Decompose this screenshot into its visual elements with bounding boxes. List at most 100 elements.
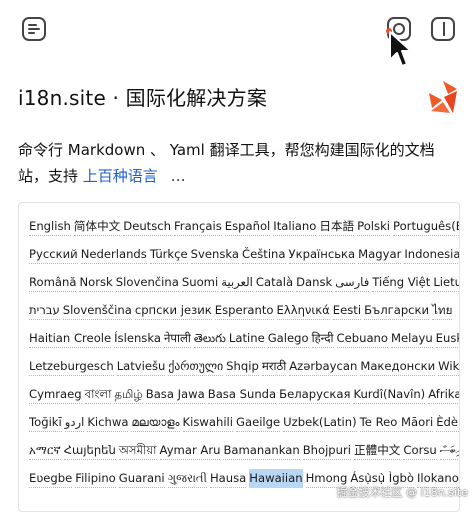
language-link[interactable]: Hawaiian <box>249 468 303 488</box>
i18n-site-logo <box>429 81 457 113</box>
language-link[interactable]: Melayu <box>391 329 433 348</box>
language-link[interactable]: ქართული <box>168 357 224 376</box>
language-link[interactable]: Basa Jawa <box>145 385 205 404</box>
language-link[interactable]: தமிழ் <box>114 385 143 404</box>
language-link[interactable]: Kichwa <box>87 413 129 432</box>
language-link[interactable]: Français <box>173 217 222 236</box>
language-link[interactable]: Deutsch <box>123 217 171 236</box>
more-ellipsis[interactable]: … <box>171 167 187 185</box>
language-link[interactable]: Kurdî(Navîn) <box>353 385 426 404</box>
language-link[interactable]: Haitian Creole <box>29 329 112 348</box>
language-link[interactable]: اردو <box>64 413 85 432</box>
language-link[interactable]: Latine <box>228 329 265 348</box>
language-link[interactable]: Aymar Aru <box>159 441 221 460</box>
language-link[interactable]: Română <box>29 273 77 292</box>
language-link[interactable]: Norsk <box>79 273 113 292</box>
language-link[interactable]: नेपाली <box>163 329 191 348</box>
watermark: 掘金技术社区 @ i18n.site <box>336 486 468 499</box>
language-row: አማርኛ Հայերեն অসমীয়া Aymar Aru Bamanankan Bho… <box>29 437 459 463</box>
language-link[interactable]: Català <box>255 273 294 292</box>
language-link[interactable]: Guarani <box>118 469 165 488</box>
language-link[interactable]: मराठी <box>261 357 287 376</box>
language-row: עברית Slovenščina српски језик Esperanto Ελλ… <box>29 297 455 323</box>
language-link[interactable]: српски језик <box>134 301 212 320</box>
language-link[interactable]: മലയാളം <box>131 413 180 432</box>
language-link[interactable]: Português(Brasil) <box>393 217 459 236</box>
language-link[interactable]: Українська <box>288 245 356 264</box>
language-link[interactable]: Hausa <box>209 469 247 488</box>
language-link[interactable]: ગુજરાતી <box>167 469 207 488</box>
language-link[interactable]: 简体中文 <box>73 217 121 236</box>
language-row: Letzeburgesch Latviešu ქართული Shqip मराठी Az… <box>29 353 459 379</box>
language-link[interactable]: Letzeburgesch <box>29 357 114 376</box>
language-link[interactable]: Esperanto <box>214 301 274 320</box>
language-link[interactable]: Toğikī <box>29 413 62 432</box>
language-link[interactable]: Nederlands <box>80 245 147 264</box>
language-link[interactable]: Filipino <box>75 469 116 488</box>
language-link[interactable]: Afrikaans <box>428 385 459 404</box>
language-link[interactable]: Македонски <box>360 357 436 376</box>
language-link[interactable]: Bhojpuri <box>302 441 351 460</box>
language-link[interactable]: Italiano <box>273 217 317 236</box>
language-link[interactable]: Azərbaycan <box>289 357 358 376</box>
language-link[interactable]: Íslenska <box>114 329 161 348</box>
language-link[interactable]: ދިވެހިބަސް <box>439 441 459 460</box>
language-link[interactable]: Slovenčina <box>115 273 179 292</box>
browser-toolbar <box>0 0 474 67</box>
language-link[interactable]: Eesti <box>332 301 362 320</box>
language-link[interactable]: Gaeilge <box>235 413 281 432</box>
language-link[interactable]: Galego <box>267 329 309 348</box>
language-link[interactable]: Slovenščina <box>62 301 132 320</box>
language-link[interactable]: Eʋegbe <box>29 469 73 488</box>
language-link[interactable]: Беларуская <box>279 385 351 404</box>
language-link[interactable]: বাংলা <box>84 385 112 404</box>
language-link[interactable]: తెలుగు <box>193 329 226 348</box>
description-text: 命令行 Markdown 、 Yaml 翻译工具，帮您构建国际化的文档站，支持 <box>18 141 435 185</box>
language-link[interactable]: Uzbek(Latin) <box>283 413 357 432</box>
language-link[interactable]: Kiswahili <box>182 413 233 432</box>
language-link[interactable]: ไทย <box>432 301 453 320</box>
language-link[interactable]: Shqip <box>226 357 259 376</box>
language-link[interactable]: हिन्दी <box>311 329 334 348</box>
language-link[interactable]: 正體中文 <box>354 441 401 460</box>
language-list: English 简体中文 Deutsch Français Español Italian… <box>18 202 460 512</box>
language-link[interactable]: Magyar <box>358 245 402 264</box>
language-link[interactable]: Basa Sunda <box>207 385 277 404</box>
languages-link[interactable]: 上百种语言 <box>83 167 158 185</box>
language-link[interactable]: English <box>29 217 71 236</box>
language-link[interactable]: Հայերեն <box>63 441 116 460</box>
mouse-cursor-icon <box>389 31 412 67</box>
language-link[interactable]: Èdè Yorùbá <box>436 413 459 432</box>
language-link[interactable]: Türkçe <box>149 245 188 264</box>
language-link[interactable]: فارسی <box>335 273 370 292</box>
language-link[interactable]: Dansk <box>296 273 333 292</box>
language-link[interactable]: Čeština <box>242 245 286 264</box>
language-link[interactable]: Suomi <box>181 273 219 292</box>
language-link[interactable]: العربية <box>221 273 253 292</box>
language-link[interactable]: Български <box>364 301 430 320</box>
language-row: Русский Nederlands Türkçe Svenska Čeština Укр… <box>29 241 459 267</box>
language-link[interactable]: অসমীয়া <box>118 441 157 460</box>
language-link[interactable]: Ελληνικά <box>276 301 330 320</box>
language-link[interactable]: Cebuano <box>336 329 388 348</box>
language-link[interactable]: አማርኛ <box>29 441 61 460</box>
language-link[interactable]: Corsu <box>403 441 437 460</box>
language-link[interactable]: עברית <box>29 301 60 320</box>
language-link[interactable]: Lietuvių <box>433 273 459 292</box>
language-link[interactable]: Indonesia <box>404 245 459 264</box>
language-link[interactable]: Español <box>224 217 271 236</box>
language-link[interactable]: 日本語 <box>319 217 355 236</box>
sidebar-panel-icon[interactable] <box>431 17 455 41</box>
language-link[interactable]: Latviešu <box>116 357 166 376</box>
language-row: Toğikī اردو Kichwa മലയാളം Kiswahili Gaeilge Uz… <box>29 409 459 435</box>
reader-mode-icon[interactable] <box>22 17 46 41</box>
language-link[interactable]: Euskara <box>435 329 459 348</box>
language-link[interactable]: Bamanankan <box>223 441 300 460</box>
language-link[interactable]: Te Reo Māori <box>359 413 434 432</box>
language-link[interactable]: Русский <box>29 245 78 264</box>
language-link[interactable]: Polski <box>357 217 391 236</box>
language-link[interactable]: Cymraeg <box>29 385 82 404</box>
language-link[interactable]: Wikang Tagalog <box>438 357 459 376</box>
language-link[interactable]: Tiếng Việt <box>372 273 431 292</box>
language-link[interactable]: Svenska <box>190 245 240 264</box>
